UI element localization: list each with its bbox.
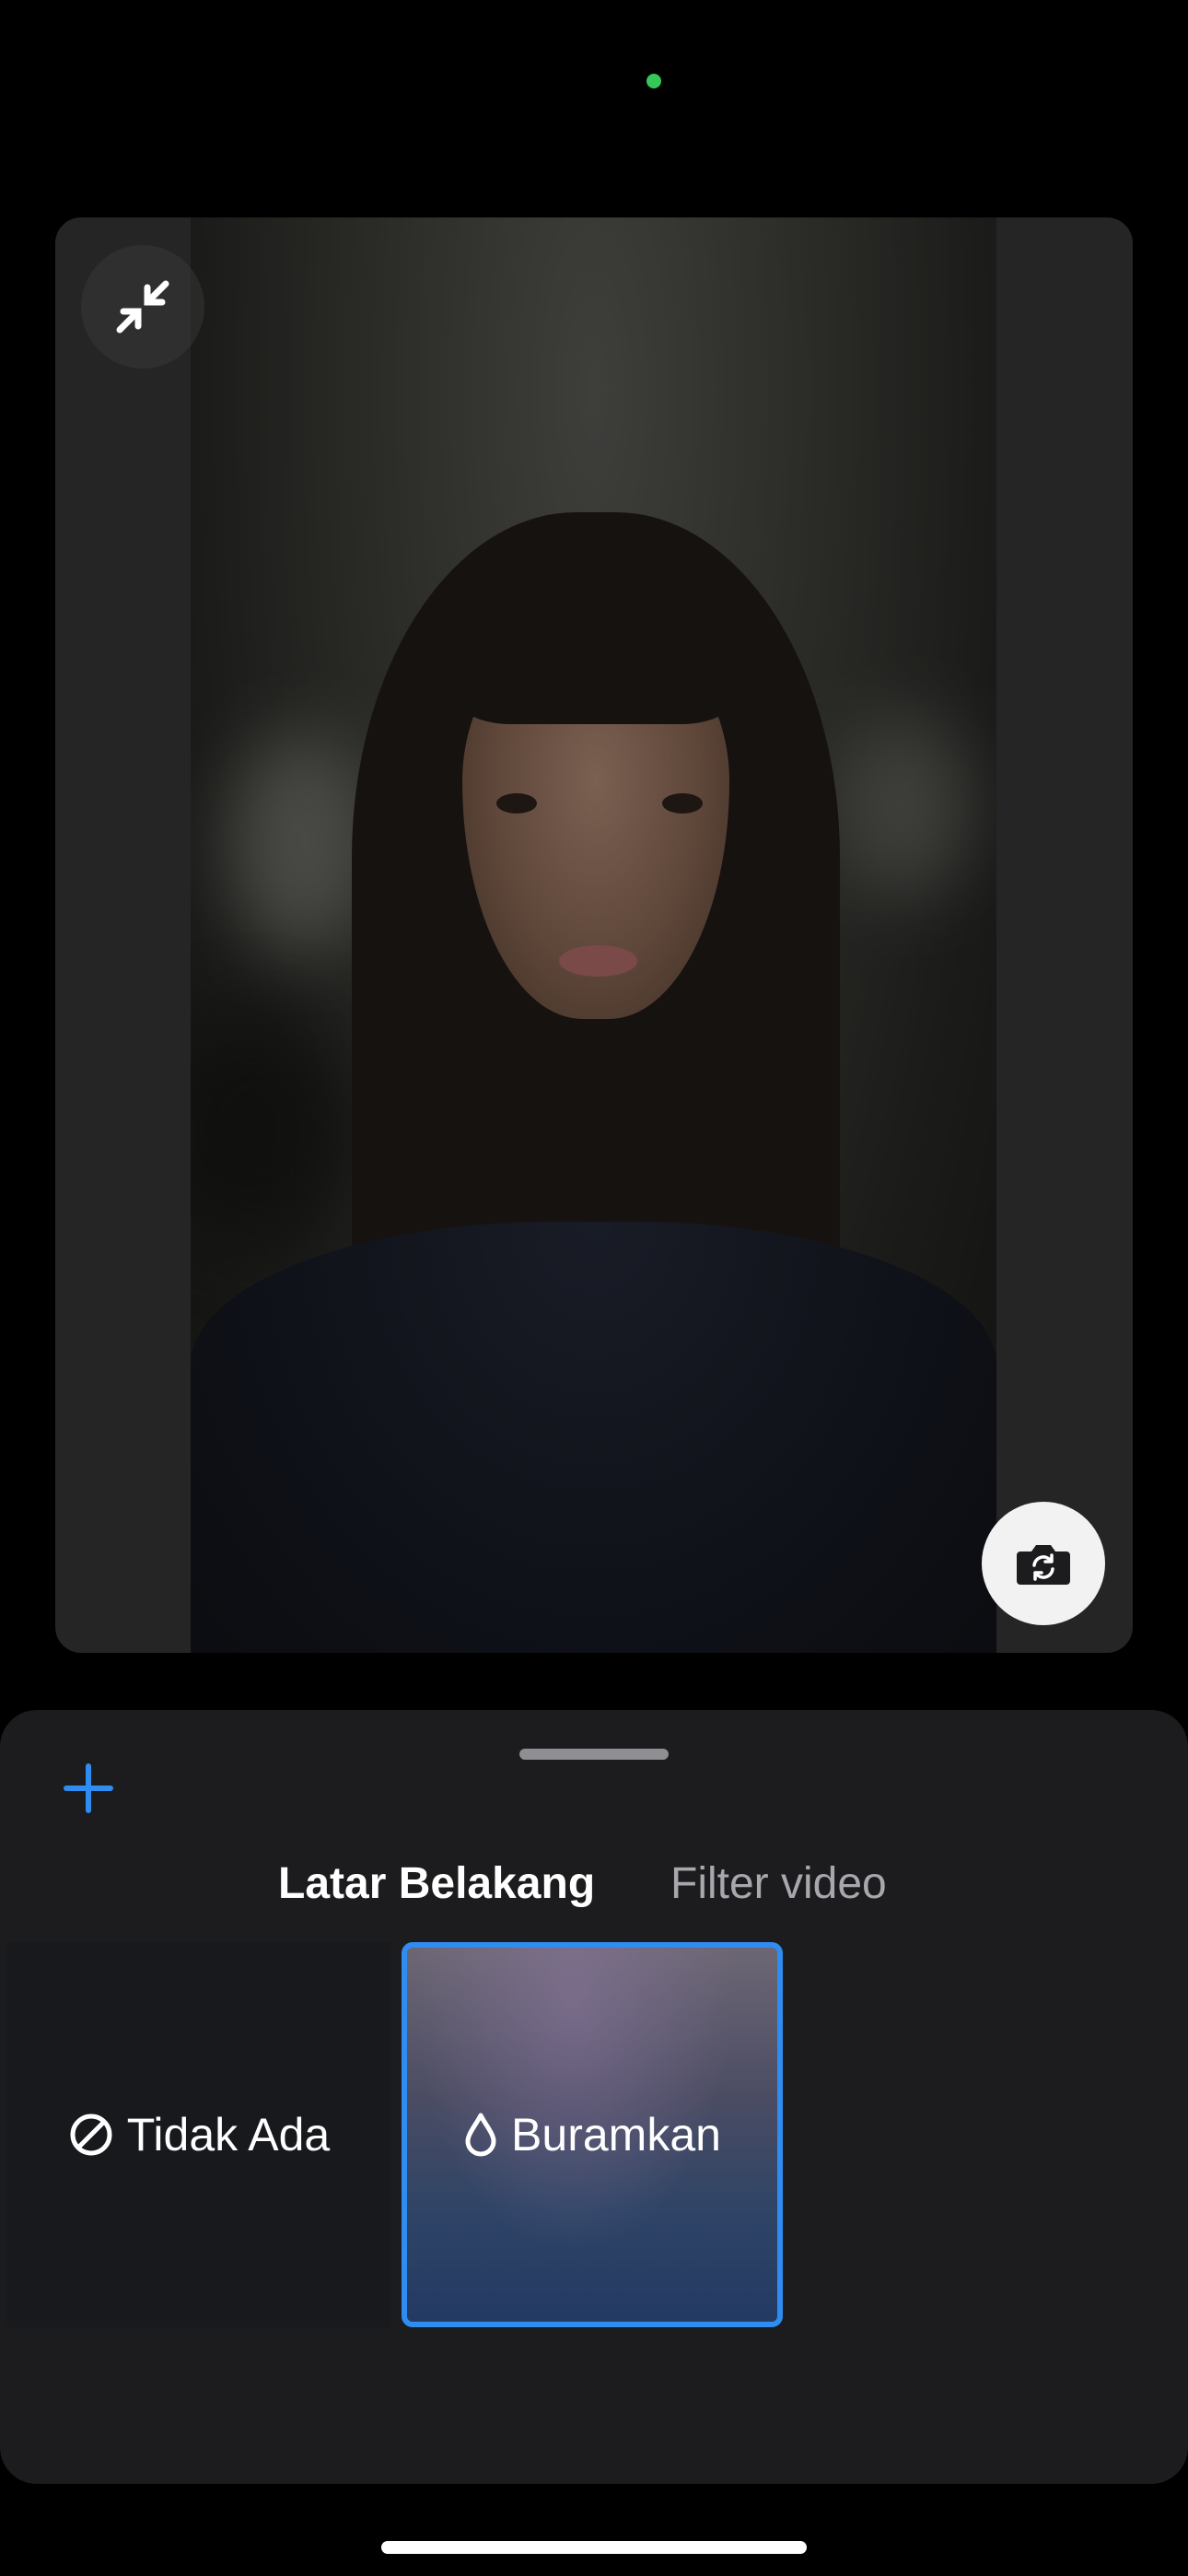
home-indicator[interactable] [381,2541,807,2554]
collapse-preview-button[interactable] [81,245,204,369]
camera-preview [55,217,1133,1653]
background-option-label: Tidak Ada [126,2109,331,2160]
drop-icon [463,2112,498,2158]
collapse-arrows-icon [116,280,169,334]
background-option-blur[interactable]: Buramkan [402,1942,783,2327]
tab-background[interactable]: Latar Belakang [278,1852,595,1916]
camera-in-use-indicator [646,74,661,88]
camera-rotate-icon [1017,1545,1070,1585]
sheet-grabber[interactable] [519,1749,669,1760]
plus-icon [64,1763,113,1813]
background-option-label: Buramkan [511,2109,721,2160]
video-feed [191,217,996,1653]
flip-camera-button[interactable] [982,1502,1105,1625]
effects-tabs: Latar Belakang Filter video [0,1852,1188,1916]
no-symbol-icon [68,2112,114,2158]
background-option-none[interactable]: Tidak Ada [7,1942,390,2327]
add-background-button[interactable] [55,1755,122,1821]
tab-video-filter[interactable]: Filter video [670,1852,887,1916]
